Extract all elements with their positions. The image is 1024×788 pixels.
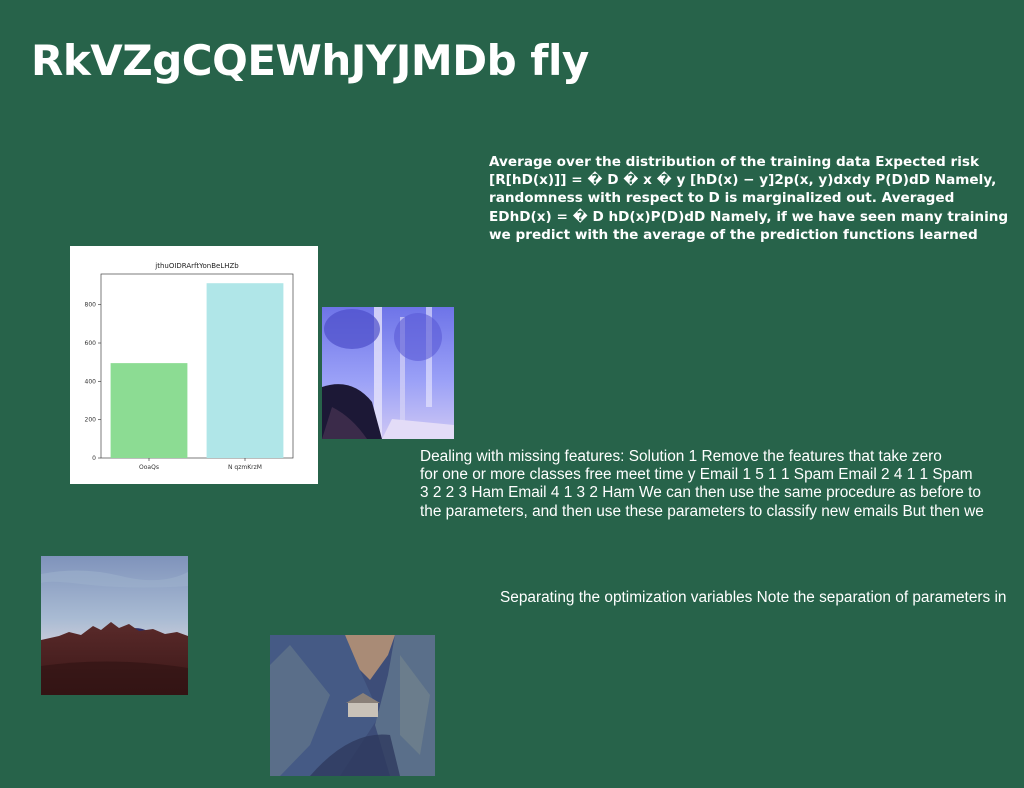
bar <box>110 363 188 458</box>
text-line: 3 2 2 3 Ham Email 4 1 3 2 Ham We can the… <box>420 484 981 502</box>
bar-chart-svg: jthuOIDRArftYonBeLHZb 0 200 400 600 800 OoaQs N… <box>85 262 294 471</box>
text-line: for one or more classes free meet time y… <box>420 466 973 484</box>
y-tick-label: 0 <box>92 455 96 462</box>
text-line: [R[hD(x)]] = � D � x � y [hD(x) − y]2p(x… <box>489 172 997 189</box>
mountain-photo <box>41 556 188 695</box>
missing-features-paragraph: Dealing with missing features: Solution … <box>420 448 1024 521</box>
valley-photo <box>270 635 435 776</box>
text-line: Separating the optimization variables No… <box>500 589 1007 606</box>
y-tick-label: 400 <box>85 378 97 385</box>
text-line: randomness with respect to D is marginal… <box>489 190 955 207</box>
x-tick-label: OoaQs <box>139 464 159 471</box>
y-tick-label: 600 <box>85 340 97 347</box>
chart-title: jthuOIDRArftYonBeLHZb <box>154 262 239 270</box>
valley-photo-icon <box>270 635 435 776</box>
bar <box>206 283 284 458</box>
y-tick-label: 800 <box>85 302 97 309</box>
x-tick-label: N qzmKrzM <box>228 464 262 471</box>
mountain-photo-icon <box>41 556 188 695</box>
optimization-paragraph: Separating the optimization variables No… <box>500 589 1024 607</box>
expected-risk-paragraph: Average over the distribution of the tra… <box>489 153 1024 244</box>
page-title: RkVZgCQEWhJYJMDb fly <box>31 36 589 85</box>
forest-photo <box>322 307 454 439</box>
text-line: Dealing with missing features: Solution … <box>420 448 942 465</box>
text-line: the parameters, and then use these param… <box>420 502 984 520</box>
forest-photo-icon <box>322 307 454 439</box>
bar-chart: jthuOIDRArftYonBeLHZb 0 200 400 600 800 OoaQs N… <box>70 246 318 484</box>
text-line: we predict with the average of the predi… <box>489 226 978 243</box>
text-line: Average over the distribution of the tra… <box>489 154 979 170</box>
y-tick-label: 200 <box>85 417 97 424</box>
text-line: EDhD(x) = � D hD(x)P(D)dD Namely, if we … <box>489 208 1009 225</box>
